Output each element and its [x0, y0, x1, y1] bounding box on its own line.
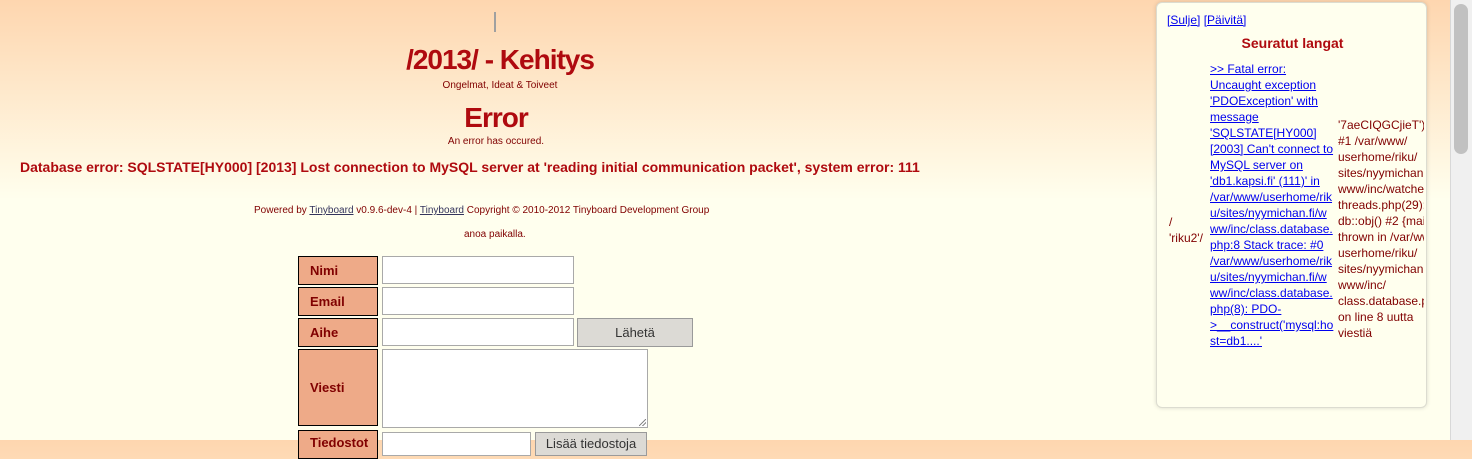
- thread-board-prefix: / 'riku2'/: [1169, 215, 1203, 245]
- footer-powered-by: Powered by: [254, 205, 310, 216]
- name-input[interactable]: [382, 256, 574, 284]
- board-title: /2013/ - Kehitys: [406, 44, 595, 75]
- footer-copyright: Copyright © 2010-2012 Tinyboard Developm…: [463, 205, 710, 216]
- add-files-button[interactable]: Lisää tiedostoja: [535, 432, 647, 456]
- tinyboard-link-1[interactable]: Tinyboard: [309, 205, 353, 216]
- close-link[interactable]: [Sulje]: [1167, 13, 1200, 27]
- database-error-message: Database error: SQLSTATE[HY000] [2013] L…: [20, 159, 920, 175]
- message-label: Viesti: [298, 349, 378, 426]
- files-label: Tiedostot: [298, 430, 378, 459]
- footer-version: v0.9.6-dev-4 |: [353, 205, 420, 216]
- file-input[interactable]: [382, 432, 531, 456]
- submit-button[interactable]: Lähetä: [577, 318, 693, 347]
- watched-threads-panel: [Sulje] [Päivitä] Seuratut langat / 'rik…: [1156, 2, 1427, 408]
- footer-credits: Powered by Tinyboard v0.9.6-dev-4 | Tiny…: [254, 205, 709, 216]
- error-subtitle: An error has occured.: [447, 136, 545, 147]
- error-title: Error: [464, 102, 528, 133]
- tinyboard-link-2[interactable]: Tinyboard: [420, 205, 464, 216]
- board-subtitle: Ongelmat, Ideat & Toiveet: [442, 80, 558, 91]
- email-input[interactable]: [382, 287, 574, 315]
- name-label: Nimi: [298, 256, 378, 285]
- subject-input[interactable]: [382, 318, 574, 346]
- resize-grip-icon[interactable]: [639, 419, 646, 426]
- panel-title: Seuratut langat: [1241, 35, 1344, 51]
- refresh-link[interactable]: [Päivitä]: [1204, 13, 1247, 27]
- page-scrollbar[interactable]: [1450, 0, 1472, 440]
- watched-thread-link[interactable]: >> Fatal error: Uncaught exception 'PDOE…: [1210, 61, 1334, 349]
- subject-label: Aihe: [298, 318, 378, 347]
- message-textarea[interactable]: [382, 349, 648, 428]
- email-label: Email: [298, 287, 378, 316]
- top-divider: [494, 12, 496, 32]
- footer-note: anoa paikalla.: [464, 229, 526, 240]
- new-posts-count: '7aeCIQGCjieT') #1 /var/www/ userhome/ri…: [1338, 118, 1424, 340]
- scrollbar-thumb[interactable]: [1454, 4, 1468, 154]
- panel-links: [Sulje] [Päivitä]: [1167, 13, 1246, 27]
